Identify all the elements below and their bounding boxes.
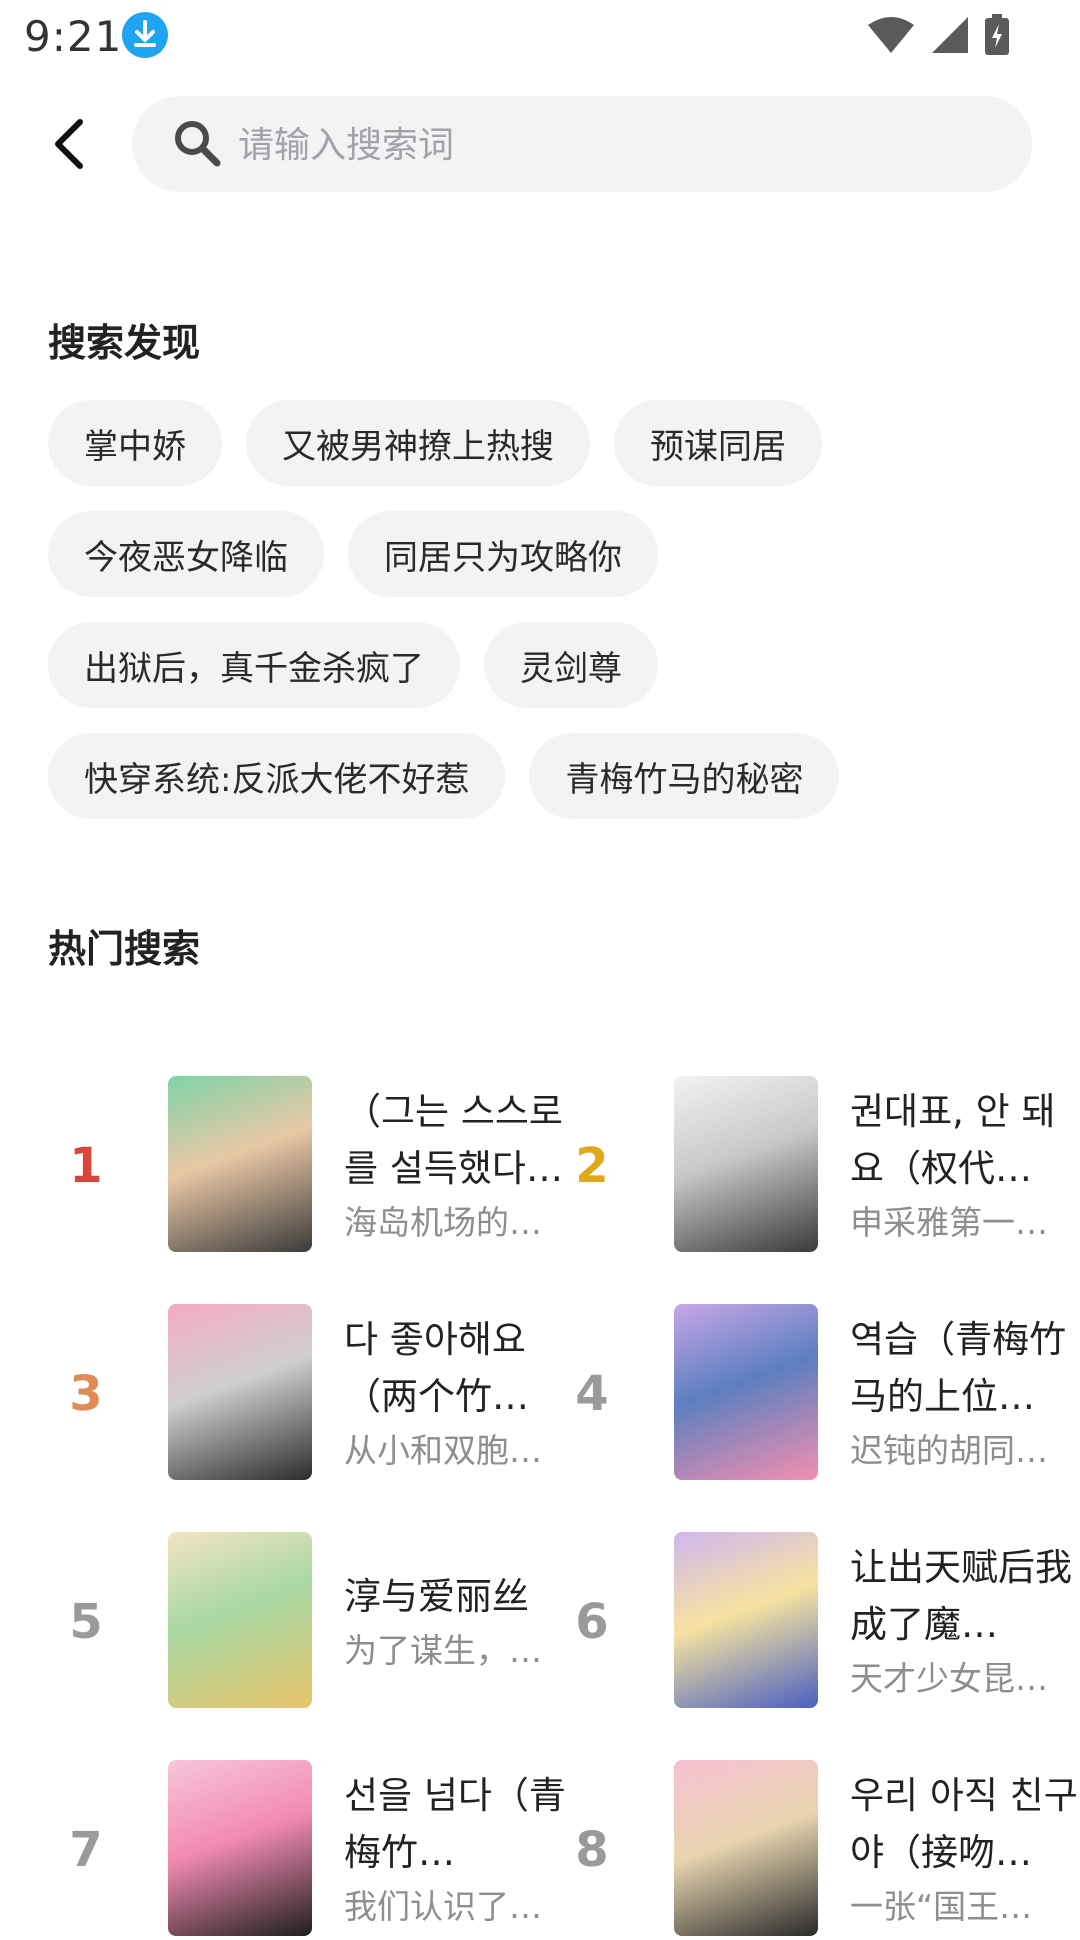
- hot-text: 淳与爱丽丝为了谋生，…: [344, 1532, 576, 1712]
- hot-row: 5 淳与爱丽丝 为了谋生，… 6 让出天赋后我成了魔… 天才少女昆…: [0, 1532, 1080, 1712]
- hot-rank: 5: [69, 1594, 103, 1650]
- hot-row: 1 （그는 스스로를 설득했다… 海岛机场的… 2 권대표, 안 돼요（权代… 申采雅第一…: [0, 1076, 1080, 1256]
- hot-item-desc: 为了谋生，…: [344, 1630, 542, 1670]
- status-bar: 9:21: [0, 0, 1080, 72]
- hot-rank: 6: [575, 1594, 609, 1650]
- hot-rank: 2: [575, 1138, 609, 1194]
- hot-cover-image: [168, 1760, 312, 1936]
- hot-item-title: 让出天赋后我成了魔…: [850, 1546, 1072, 1646]
- hot-item-desc: 天才少女昆…: [850, 1659, 1048, 1698]
- search-bar[interactable]: [132, 96, 1032, 194]
- hot-text: 우리 아직 친구야（接吻… 一张“国王…: [850, 1760, 1080, 1940]
- hot-rank: 7: [69, 1822, 103, 1878]
- hot-item-title: 권대표, 안 돼요（权代…: [850, 1090, 1056, 1190]
- signal-icon: [930, 15, 970, 59]
- hot-cover-image: [674, 1304, 818, 1480]
- hot-item[interactable]: 8 우리 아직 친구야（接吻… 一张“国王…: [554, 1760, 1078, 1940]
- hot-item-title: 역습（青梅竹马的上位…: [850, 1318, 1067, 1418]
- hot-item-desc: 申采雅第一…: [850, 1203, 1048, 1242]
- hot-item-title: 우리 아직 친구야（接吻…: [850, 1774, 1078, 1874]
- hot-rank: 4: [575, 1366, 609, 1422]
- hot-rank: 8: [575, 1822, 609, 1878]
- discover-tag[interactable]: 青梅竹马的秘密: [529, 733, 840, 819]
- hot-text: （그는 스스로를 설득했다… 海岛机场的…: [344, 1076, 576, 1256]
- hot-rank: 3: [69, 1366, 103, 1422]
- hot-item-desc: 迟钝的胡同…: [850, 1431, 1048, 1470]
- search-input[interactable]: [236, 96, 1000, 194]
- hot-cover-image: [674, 1076, 818, 1252]
- hot-item-desc: 从小和双胞…: [344, 1431, 542, 1470]
- hot-text: 선을 넘다（青梅竹… 我们认识了…: [344, 1760, 576, 1940]
- hot-text: 권대표, 안 돼요（权代… 申采雅第一…: [850, 1076, 1080, 1256]
- wifi-icon: [866, 15, 916, 59]
- back-button[interactable]: [44, 112, 92, 176]
- discover-tag[interactable]: 今夜恶女降临: [48, 511, 324, 597]
- discover-tag[interactable]: 又被男神撩上热搜: [246, 400, 590, 486]
- hot-item[interactable]: 5 淳与爱丽丝为了谋生，…: [48, 1532, 568, 1712]
- hot-title: 热门搜索: [48, 927, 201, 971]
- tag-row: 快穿系统:反派大佬不好惹 青梅竹马的秘密: [48, 733, 1048, 819]
- hot-item-title: 淳与爱丽丝: [344, 1574, 529, 1618]
- tag-row: 今夜恶女降临 同居只为攻略你: [48, 511, 1048, 597]
- hot-cover-image: [168, 1304, 312, 1480]
- hot-text: 다 좋아해요（两个竹… 从小和双胞…: [344, 1304, 576, 1484]
- hot-item[interactable]: 4 역습（青梅竹马的上位… 迟钝的胡同…: [554, 1304, 1074, 1484]
- hot-item-desc: 海岛机场的…: [344, 1203, 542, 1242]
- status-indicators: [866, 14, 1010, 60]
- hot-item-title: （그는 스스로를 설득했다…: [344, 1090, 563, 1190]
- hot-item[interactable]: 6 让出天赋后我成了魔… 天才少女昆…: [554, 1532, 1074, 1712]
- tag-row: 掌中娇 又被男神撩上热搜 预谋同居: [48, 400, 1048, 486]
- back-arrow-icon: [55, 119, 83, 169]
- status-time: 9:21: [24, 12, 123, 61]
- discover-tag[interactable]: 快穿系统:反派大佬不好惹: [48, 733, 506, 819]
- discover-title: 搜索发现: [48, 321, 201, 365]
- hot-cover-image: [168, 1532, 312, 1708]
- hot-row: 7 선을 넘다（青梅竹… 我们认识了… 8 우리 아직 친구야（接吻… 一张“国王…: [0, 1760, 1080, 1940]
- hot-text: 역습（青梅竹马的上位… 迟钝的胡同…: [850, 1304, 1080, 1484]
- discover-tag[interactable]: 灵剑尊: [484, 622, 658, 708]
- hot-cover-image: [674, 1532, 818, 1708]
- hot-item-title: 선을 넘다（青梅竹…: [344, 1774, 566, 1874]
- hot-item-desc: 我们认识了…: [344, 1887, 542, 1926]
- hot-item[interactable]: 1 （그는 스스로를 설득했다… 海岛机场的…: [48, 1076, 568, 1256]
- battery-charging-icon: [984, 14, 1010, 60]
- discover-tags: 掌中娇 又被男神撩上热搜 预谋同居 今夜恶女降临 同居只为攻略你 出狱后，真千金…: [48, 400, 1048, 844]
- hot-item[interactable]: 3 다 좋아해요（两个竹… 从小和双胞…: [48, 1304, 568, 1484]
- discover-tag[interactable]: 预谋同居: [614, 400, 822, 486]
- hot-item[interactable]: 2 권대표, 안 돼요（权代… 申采雅第一…: [554, 1076, 1074, 1256]
- hot-item[interactable]: 7 선을 넘다（青梅竹… 我们认识了…: [48, 1760, 568, 1940]
- hot-cover-image: [674, 1760, 818, 1936]
- discover-tag[interactable]: 出狱后，真千金杀疯了: [48, 622, 460, 708]
- discover-tag[interactable]: 同居只为攻略你: [348, 511, 658, 597]
- hot-text: 让出天赋后我成了魔… 天才少女昆…: [850, 1532, 1080, 1712]
- search-icon: [172, 118, 222, 168]
- hot-row: 3 다 좋아해요（两个竹… 从小和双胞… 4 역습（青梅竹马的上位… 迟钝的胡同…: [0, 1304, 1080, 1484]
- download-icon: [122, 12, 168, 58]
- hot-cover-image: [168, 1076, 312, 1252]
- hot-item-title: 다 좋아해요（两个竹…: [344, 1318, 529, 1418]
- hot-rank: 1: [69, 1138, 103, 1194]
- tag-row: 出狱后，真千金杀疯了 灵剑尊: [48, 622, 1048, 708]
- hot-item-desc: 一张“国王…: [850, 1887, 1033, 1926]
- discover-tag[interactable]: 掌中娇: [48, 400, 222, 486]
